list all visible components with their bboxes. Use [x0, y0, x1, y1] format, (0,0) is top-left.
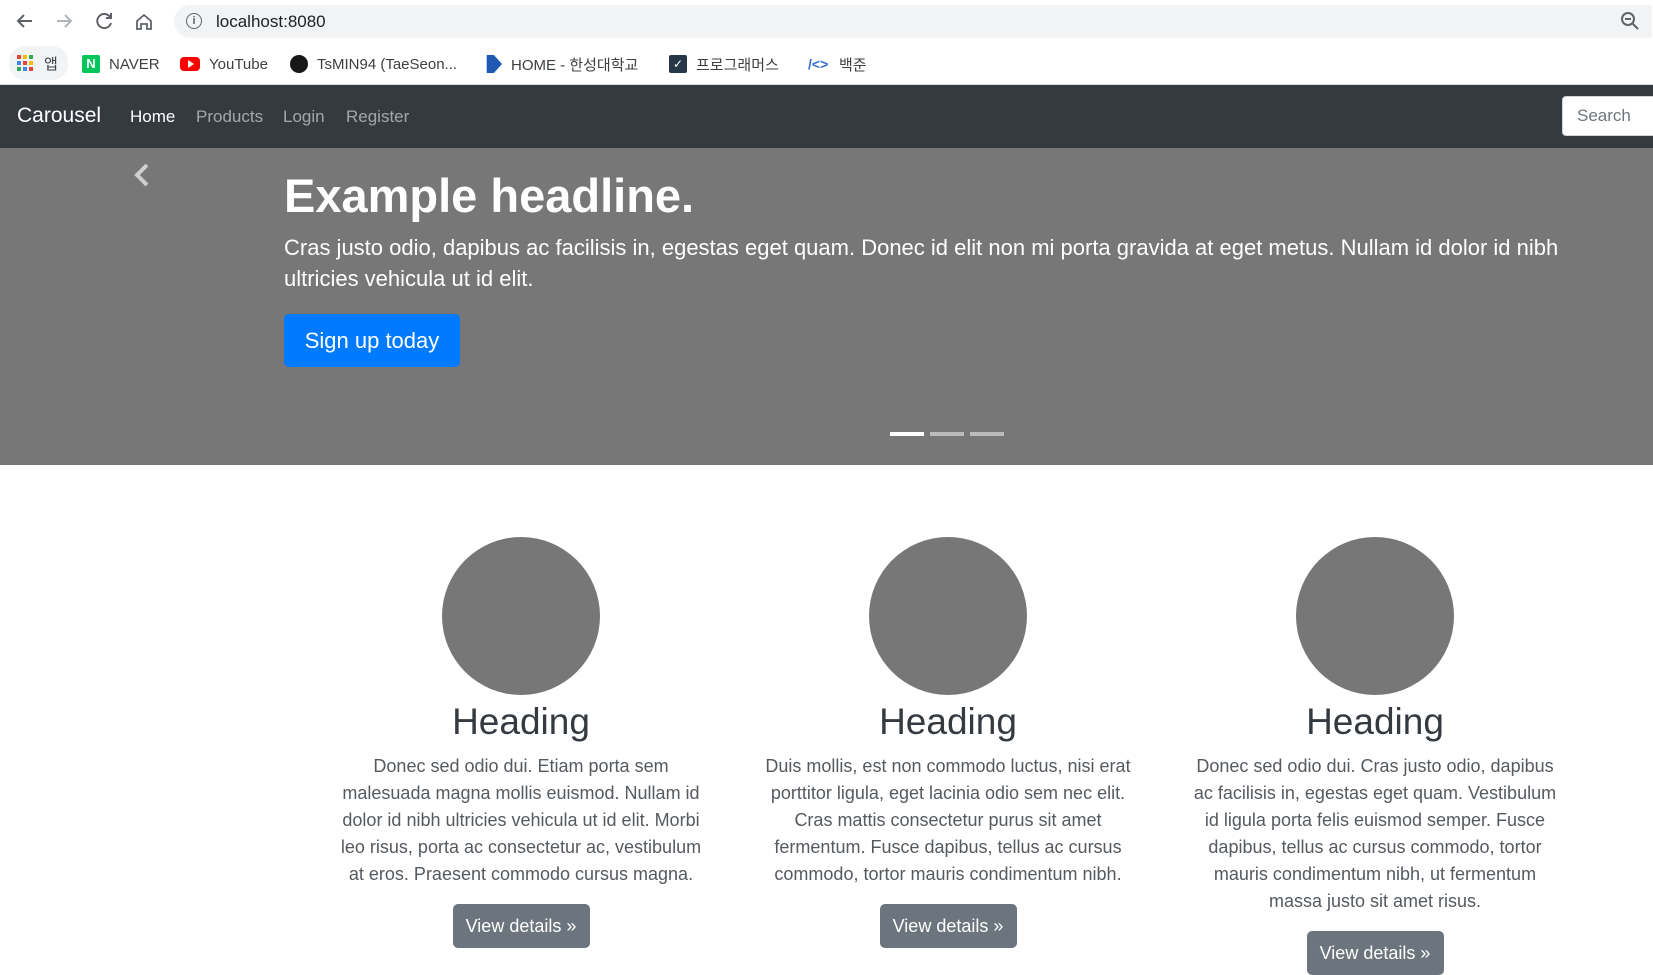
youtube-icon [180, 57, 200, 71]
bookmark-label: NAVER [109, 55, 160, 73]
programmers-icon: ✓ [669, 55, 687, 73]
info-icon[interactable]: i [186, 13, 202, 29]
column-text: Donec sed odio dui. Etiam porta sem male… [340, 756, 702, 884]
carousel-prev-button[interactable] [128, 160, 156, 190]
bookmark-baekjoon[interactable]: /<> 백준 [808, 53, 867, 75]
marketing-column: Heading Donec sed odio dui. Cras justo o… [1189, 537, 1561, 975]
column-heading: Heading [1306, 701, 1444, 742]
carousel-headline: Example headline. [284, 169, 695, 222]
placeholder-image [1296, 537, 1454, 695]
column-text: Donec sed odio dui. Cras justo odio, dap… [1193, 756, 1557, 911]
hero-carousel: Example headline. Cras justo odio, dapib… [0, 148, 1653, 465]
apps-grid-icon [17, 55, 33, 71]
browser-toolbar: i localhost:8080 [0, 0, 1653, 42]
url-text[interactable]: localhost:8080 [216, 12, 326, 32]
column-heading: Heading [879, 701, 1017, 742]
site-navbar: Carousel Home Products Login Register [0, 85, 1653, 148]
bookmark-youtube[interactable]: YouTube [180, 53, 268, 75]
marketing-column: Heading Duis mollis, est non commodo luc… [762, 537, 1134, 948]
bookmark-label: TsMIN94 (TaeSeon... [317, 55, 458, 73]
marketing-column: Heading Donec sed odio dui. Etiam porta … [335, 537, 707, 948]
nav-link-register[interactable]: Register [346, 107, 409, 127]
bookmark-label: 프로그래머스 [696, 56, 779, 74]
view-details-button[interactable]: View details » [879, 904, 1017, 948]
bookmarks-bar: 앱 N NAVER YouTube TsMIN94 (TaeSeon... HO… [0, 42, 1653, 85]
home-icon[interactable] [133, 10, 155, 32]
carousel-indicator[interactable] [970, 432, 1004, 436]
bookmark-programmers[interactable]: ✓ 프로그래머스 [669, 53, 779, 75]
forward-arrow-icon[interactable] [53, 10, 75, 32]
placeholder-image [442, 537, 600, 695]
nav-link-login[interactable]: Login [283, 107, 325, 127]
bookmark-label: 앱 [44, 55, 58, 73]
naver-icon: N [82, 55, 100, 73]
chevron-left-icon [134, 163, 149, 187]
carousel-indicator[interactable] [890, 432, 924, 436]
carousel-indicator[interactable] [930, 432, 964, 436]
address-bar[interactable]: i localhost:8080 [174, 5, 1652, 38]
sign-up-button[interactable]: Sign up today [284, 314, 460, 367]
nav-link-products[interactable]: Products [196, 107, 263, 127]
hansung-icon [486, 55, 502, 73]
view-details-button[interactable]: View details » [1306, 931, 1444, 975]
carousel-indicators [890, 432, 1010, 436]
bookmark-apps[interactable]: 앱 [9, 46, 68, 80]
bookmark-label: YouTube [209, 55, 268, 73]
baekjoon-icon: /<> [808, 56, 829, 72]
view-details-button[interactable]: View details » [452, 904, 590, 948]
carousel-caption: Example headline. Cras justo odio, dapib… [284, 168, 1614, 294]
bookmark-naver[interactable]: N NAVER [82, 53, 160, 75]
column-text: Duis mollis, est non commodo luctus, nis… [765, 756, 1131, 884]
reload-icon[interactable] [93, 10, 115, 32]
bookmark-github[interactable]: TsMIN94 (TaeSeon... [290, 53, 457, 75]
bookmark-label: HOME - 한성대학교 [511, 56, 639, 74]
bookmark-label: 백준 [839, 56, 867, 74]
navbar-brand[interactable]: Carousel [17, 104, 101, 128]
placeholder-image [869, 537, 1027, 695]
carousel-text: Cras justo odio, dapibus ac facilisis in… [284, 235, 1559, 291]
nav-link-home[interactable]: Home [130, 107, 175, 127]
bookmark-hansung[interactable]: HOME - 한성대학교 [484, 53, 638, 75]
back-arrow-icon[interactable] [14, 10, 36, 32]
zoom-icon[interactable] [1620, 11, 1640, 31]
search-input[interactable] [1562, 96, 1653, 136]
github-icon [290, 55, 308, 73]
column-heading: Heading [452, 701, 590, 742]
